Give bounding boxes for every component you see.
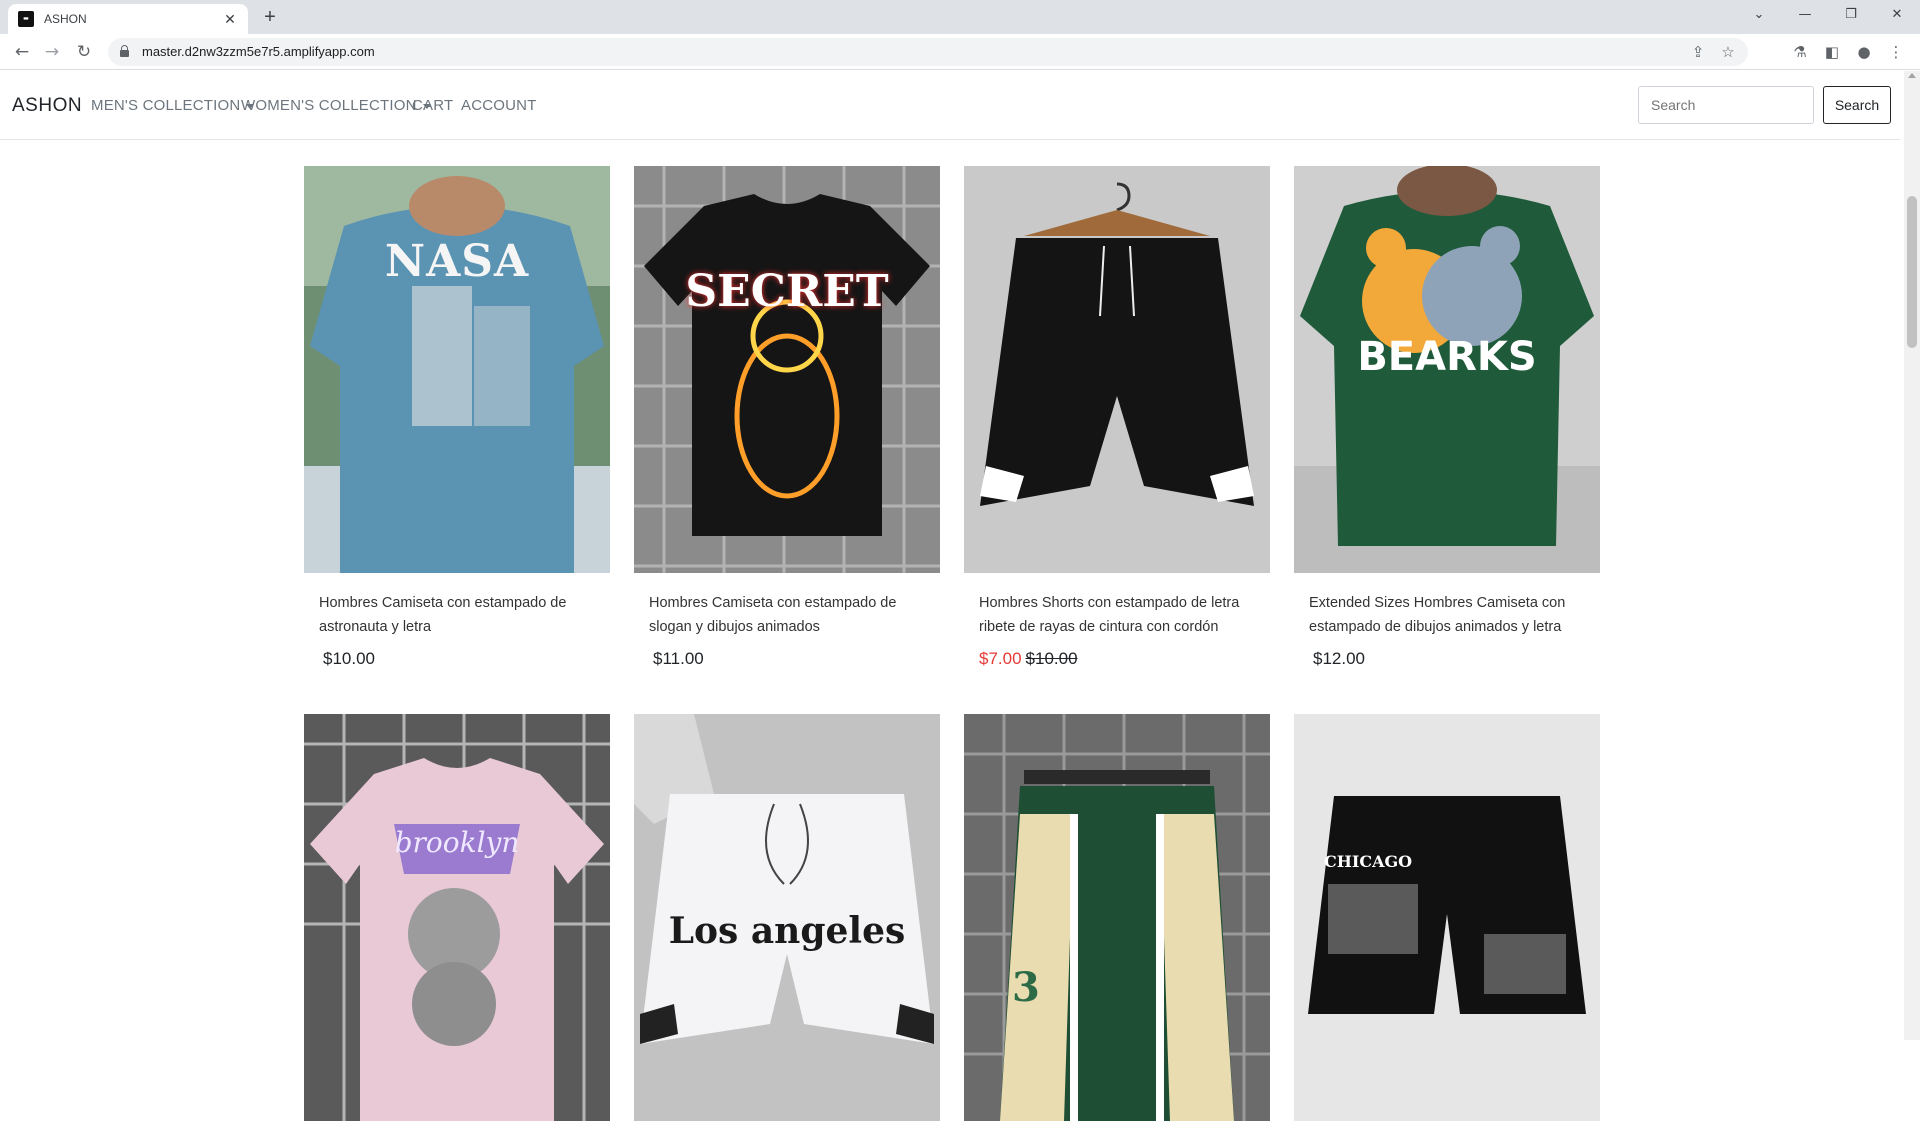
window-controls: ⌄ — ❐ ✕ xyxy=(1736,0,1920,34)
product-card[interactable]: BEARKS Extended Sizes Hombres Camiseta c… xyxy=(1294,166,1600,669)
side-panel-icon[interactable]: ◧ xyxy=(1820,40,1844,64)
reload-icon[interactable]: ↻ xyxy=(72,40,96,64)
product-price: $10.00 xyxy=(304,649,610,669)
nav-mens-collection[interactable]: MEN'S COLLECTION xyxy=(91,97,255,114)
product-print-text: brooklyn xyxy=(394,826,520,859)
product-image[interactable] xyxy=(964,166,1270,573)
close-tab-icon[interactable]: ✕ xyxy=(222,11,238,28)
product-card[interactable]: NASA Hombres Camiseta con estampado de a… xyxy=(304,166,610,669)
product-regular-price: $11.00 xyxy=(653,649,704,668)
browser-toolbar: ← → ↻ master.d2nw3zzm5e7r5.amplifyapp.co… xyxy=(0,34,1920,70)
menu-kebab-icon[interactable]: ⋮ xyxy=(1884,40,1908,64)
product-card[interactable]: Hombres Shorts con estampado de letra ri… xyxy=(964,166,1270,669)
product-image[interactable]: brooklyn xyxy=(304,714,610,1121)
address-bar[interactable]: master.d2nw3zzm5e7r5.amplifyapp.com ☆ ⇪ xyxy=(108,38,1748,66)
share-icon[interactable]: ⇪ xyxy=(1686,40,1710,64)
tab-search-icon[interactable]: ⌄ xyxy=(1736,0,1782,30)
product-print-text: BEARKS xyxy=(1357,334,1537,380)
product-card[interactable]: Los angeles xyxy=(634,714,940,1121)
site-favicon-icon: ▬ xyxy=(18,11,34,27)
scroll-thumb[interactable] xyxy=(1907,196,1917,348)
tab-title: ASHON xyxy=(44,12,87,26)
close-window-icon[interactable]: ✕ xyxy=(1874,0,1920,30)
product-card[interactable]: SECRET Hombres Camiseta con estampado de… xyxy=(634,166,940,669)
product-print-text: NASA xyxy=(384,236,530,287)
search-input[interactable] xyxy=(1638,86,1814,124)
product-print-text: Los angeles xyxy=(668,910,906,952)
nav-mens-label: MEN'S COLLECTION xyxy=(91,97,241,114)
product-sale-price: $7.00 xyxy=(979,649,1022,668)
browser-tabstrip: ▬ ASHON ✕ + ⌄ — ❐ ✕ xyxy=(0,0,1920,34)
minimize-icon[interactable]: — xyxy=(1782,0,1828,30)
product-print-text: CHICAGO xyxy=(1324,852,1413,871)
product-image[interactable]: NASA xyxy=(304,166,610,573)
product-image[interactable]: BEARKS xyxy=(1294,166,1600,573)
product-print-text: 3 xyxy=(1012,964,1040,1011)
back-icon[interactable]: ← xyxy=(10,40,34,64)
nav-account[interactable]: ACCOUNT xyxy=(461,97,537,114)
bookmark-star-icon[interactable]: ☆ xyxy=(1716,40,1740,64)
profile-icon[interactable]: ● xyxy=(1852,40,1876,64)
product-price: $7.00 $10.00 xyxy=(964,649,1270,669)
page-scrollbar[interactable] xyxy=(1904,71,1920,1040)
scroll-up-arrow-icon[interactable] xyxy=(1908,73,1916,78)
nav-cart[interactable]: CART xyxy=(412,97,453,114)
url-text: master.d2nw3zzm5e7r5.amplifyapp.com xyxy=(142,44,375,59)
product-regular-price: $12.00 xyxy=(1313,649,1365,668)
search-button[interactable]: Search xyxy=(1823,86,1891,124)
product-image[interactable]: CHICAGO xyxy=(1294,714,1600,1121)
product-image[interactable]: Los angeles xyxy=(634,714,940,1121)
product-print-text: SECRET xyxy=(685,266,889,317)
product-original-price: $10.00 xyxy=(1025,649,1078,668)
product-name[interactable]: Hombres Camiseta con estampado de astron… xyxy=(304,591,610,639)
product-image[interactable]: 3 xyxy=(964,714,1270,1121)
product-regular-price: $10.00 xyxy=(323,649,375,668)
product-image[interactable]: SECRET xyxy=(634,166,940,573)
forward-icon[interactable]: → xyxy=(40,40,64,64)
nav-womens-collection[interactable]: WOMEN'S COLLECTION xyxy=(241,97,431,114)
product-card[interactable]: CHICAGO xyxy=(1294,714,1600,1121)
nav-womens-label: WOMEN'S COLLECTION xyxy=(241,97,417,114)
product-card[interactable]: 3 xyxy=(964,714,1270,1121)
product-name[interactable]: Hombres Shorts con estampado de letra ri… xyxy=(964,591,1270,639)
product-price: $11.00 xyxy=(634,649,940,669)
browser-tab[interactable]: ▬ ASHON ✕ xyxy=(8,4,248,34)
product-card[interactable]: brooklyn xyxy=(304,714,610,1121)
brand-logo[interactable]: ASHON xyxy=(12,95,82,117)
lock-icon xyxy=(120,45,129,57)
site-navbar: ASHON MEN'S COLLECTION WOMEN'S COLLECTIO… xyxy=(0,71,1900,140)
product-name[interactable]: Extended Sizes Hombres Camiseta con esta… xyxy=(1294,591,1600,639)
new-tab-icon[interactable]: + xyxy=(258,6,282,30)
product-name[interactable]: Hombres Camiseta con estampado de slogan… xyxy=(634,591,940,639)
product-price: $12.00 xyxy=(1294,649,1600,669)
restore-icon[interactable]: ❐ xyxy=(1828,0,1874,30)
extensions-icon[interactable]: ⚗ xyxy=(1788,40,1812,64)
